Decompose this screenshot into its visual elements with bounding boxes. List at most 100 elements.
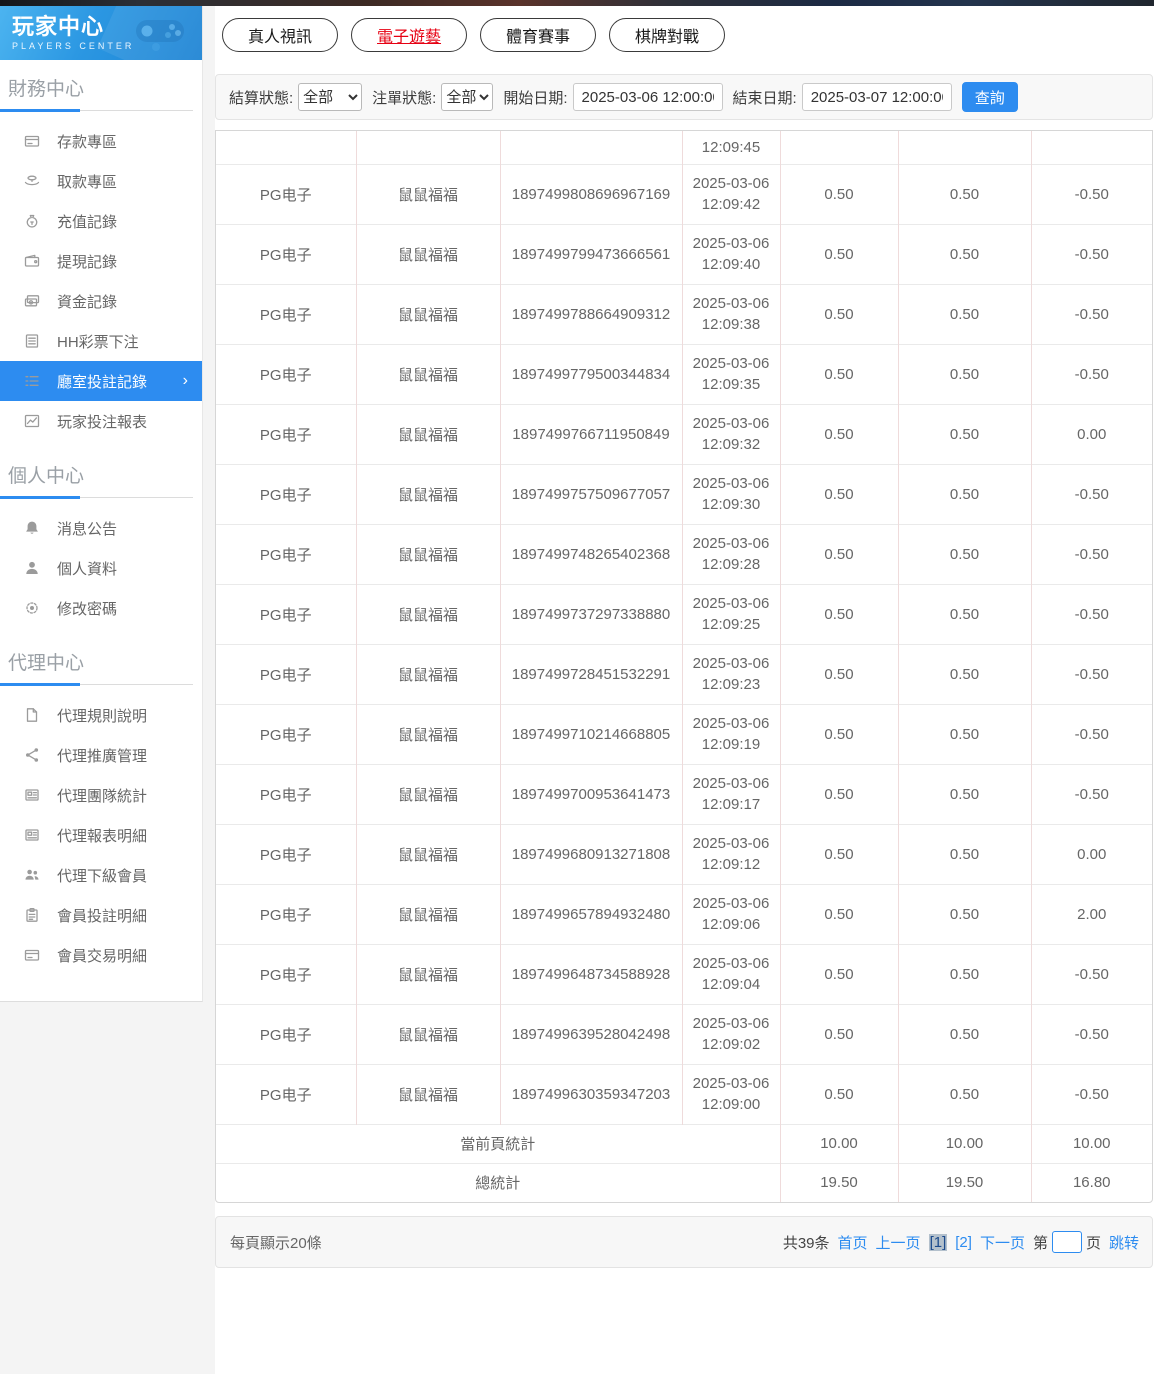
sidebar-item-agent-promo-share[interactable]: 代理推廣管理 — [0, 735, 202, 775]
sidebar-item-withdraw-hand[interactable]: 取款專區 — [0, 161, 202, 201]
sidebar-item-label: 廳室投註記錄 — [57, 373, 148, 391]
sidebar-item-room-bet-records[interactable]: 廳室投註記錄 › — [0, 361, 202, 401]
time-cell: 2025-03-06 12:09:32 — [682, 403, 781, 464]
page-link-2[interactable]: [2] — [955, 1234, 972, 1251]
valid-bet-cell: 0.50 — [898, 403, 1032, 464]
player-cell — [356, 131, 501, 164]
tab-active-category[interactable]: 電子遊藝 — [351, 18, 468, 52]
sidebar-item-recharge-record[interactable]: 充值記錄 — [0, 201, 202, 241]
sidebar-item-agent-report-detail[interactable]: 代理報表明細 — [0, 815, 202, 855]
sidebar-item-cashout-record[interactable]: 提現記錄 — [0, 241, 202, 281]
sidebar-item-profile-person[interactable]: 個人資料 — [0, 548, 202, 588]
sidebar-item-announcement-bell[interactable]: 消息公告 — [0, 508, 202, 548]
sidebar-item-label: 代理團隊統計 — [57, 787, 148, 805]
winloss-cell: 0.00 — [1031, 403, 1152, 464]
valid-bet-cell: 0.50 — [898, 883, 1032, 944]
end-date-input[interactable] — [801, 83, 952, 111]
summary-label-cell: 當前頁統計 — [216, 1123, 781, 1163]
sidebar-section: 代理中心 代理規則說明 代理推廣管理 代理團隊統計 代理報表明細 代理下級會員 會員投註明細… — [0, 648, 202, 975]
tab-category[interactable]: 體育賽事 — [480, 18, 597, 52]
top-banner-strip — [0, 0, 1154, 6]
time-cell: 2025-03-06 12:09:28 — [682, 523, 781, 584]
search-button[interactable]: 查詢 — [961, 82, 1018, 112]
recharge-record-icon — [24, 213, 40, 229]
section-title: 財務中心 — [8, 79, 85, 100]
platform-cell: PG电子 — [216, 643, 357, 704]
sidebar-item-label: 玩家投注報表 — [57, 413, 148, 431]
bet-amount-cell: 0.50 — [780, 1003, 899, 1064]
page-link-1[interactable]: [1] — [928, 1233, 948, 1251]
order-status-label: 注單狀態: — [372, 89, 437, 107]
sidebar-item-player-report[interactable]: 玩家投注報表 — [0, 401, 202, 441]
section-divider — [0, 109, 193, 112]
summary-label-cell: 總統計 — [216, 1162, 781, 1202]
first-page-link[interactable]: 首页 — [838, 1232, 868, 1253]
winloss-cell: -0.50 — [1031, 223, 1152, 284]
time-cell: 2025-03-06 12:09:35 — [682, 343, 781, 404]
tab-category[interactable]: 棋牌對戰 — [609, 18, 726, 52]
sidebar-item-agent-rules-doc[interactable]: 代理規則說明 — [0, 695, 202, 735]
summary-valid-cell: 10.00 — [898, 1123, 1032, 1163]
section-title: 個人中心 — [8, 466, 85, 487]
profile-person-icon — [24, 560, 40, 576]
table-row: PG电子 鼠鼠福福 1897499728451532291 2025-03-06 12:… — [216, 643, 1152, 704]
settle-status-select[interactable]: 全部 — [298, 83, 363, 111]
table-row: PG电子 鼠鼠福福 1897499657894932480 2025-03-06 12:… — [216, 883, 1152, 944]
sidebar-item-agent-members[interactable]: 代理下級會員 — [0, 855, 202, 895]
table-row: PG电子 鼠鼠福福 1897499779500344834 2025-03-06 12:… — [216, 343, 1152, 404]
sidebar-item-label: 代理報表明細 — [57, 827, 148, 845]
bet-amount-cell — [780, 131, 899, 164]
table-row: PG电子 鼠鼠福福 1897499737297338880 2025-03-06 12:… — [216, 583, 1152, 644]
bet-amount-cell: 0.50 — [780, 283, 899, 344]
order-id-cell: 1897499766711950849 — [500, 403, 683, 464]
sidebar-item-label: 消息公告 — [57, 520, 118, 538]
sidebar-item-label: 提現記錄 — [57, 253, 118, 271]
valid-bet-cell: 0.50 — [898, 463, 1032, 524]
section-divider — [0, 496, 193, 499]
lottery-bet-icon — [24, 333, 40, 349]
time-cell: 2025-03-06 12:09:23 — [682, 643, 781, 704]
end-date-label: 結束日期: — [732, 89, 797, 107]
prev-page-link[interactable]: 上一页 — [876, 1232, 921, 1253]
sidebar-item-member-bet-detail[interactable]: 會員投註明細 — [0, 895, 202, 935]
player-cell: 鼠鼠福福 — [356, 523, 501, 584]
sidebar-item-member-transaction[interactable]: 會員交易明細 — [0, 935, 202, 975]
per-page-label: 每頁顯示20條 — [230, 1234, 322, 1252]
time-cell: 2025-03-06 12:09:17 — [682, 763, 781, 824]
table-row: PG电子 鼠鼠福福 1897499630359347203 2025-03-06 12:… — [216, 1063, 1152, 1124]
total-count-label: 共39条 — [782, 1234, 830, 1252]
sidebar-item-funds-record[interactable]: 資金記錄 — [0, 281, 202, 321]
order-id-cell: 1897499737297338880 — [500, 583, 683, 644]
sidebar-item-deposit-card[interactable]: 存款專區 — [0, 121, 202, 161]
bet-amount-cell: 0.50 — [780, 163, 899, 224]
start-date-label: 開始日期: — [503, 89, 568, 107]
platform-cell: PG电子 — [216, 343, 357, 404]
tab-category[interactable]: 真人視訊 — [222, 18, 339, 52]
agent-rules-doc-icon — [24, 707, 40, 723]
sidebar-item-label: 會員投註明細 — [57, 907, 148, 925]
order-status-select[interactable]: 全部 — [441, 83, 494, 111]
platform-cell: PG电子 — [216, 943, 357, 1004]
next-page-link[interactable]: 下一页 — [980, 1232, 1025, 1253]
sidebar-item-lottery-bet[interactable]: HH彩票下注 — [0, 321, 202, 361]
sidebar-item-password-gear[interactable]: 修改密碼 — [0, 588, 202, 628]
room-bet-records-icon — [24, 373, 40, 389]
winloss-cell: 0.00 — [1031, 823, 1152, 884]
deposit-card-icon — [24, 133, 40, 149]
sidebar-item-label: 代理規則說明 — [57, 707, 148, 725]
platform-cell: PG电子 — [216, 583, 357, 644]
platform-cell: PG电子 — [216, 463, 357, 524]
page-jump-input[interactable] — [1051, 1231, 1082, 1253]
time-cell: 2025-03-06 12:09:30 — [682, 463, 781, 524]
sidebar-item-label: HH彩票下注 — [57, 333, 139, 351]
platform-cell: PG电子 — [216, 523, 357, 584]
sidebar-item-label: 代理推廣管理 — [57, 747, 148, 765]
bet-amount-cell: 0.50 — [780, 943, 899, 1004]
player-report-icon — [24, 413, 40, 429]
player-cell: 鼠鼠福福 — [356, 583, 501, 644]
jump-button[interactable]: 跳转 — [1109, 1232, 1139, 1253]
platform-cell: PG电子 — [216, 703, 357, 764]
start-date-input[interactable] — [572, 83, 723, 111]
sidebar-item-agent-team-stats[interactable]: 代理團隊統計 — [0, 775, 202, 815]
time-cell: 2025-03-06 12:09:19 — [682, 703, 781, 764]
